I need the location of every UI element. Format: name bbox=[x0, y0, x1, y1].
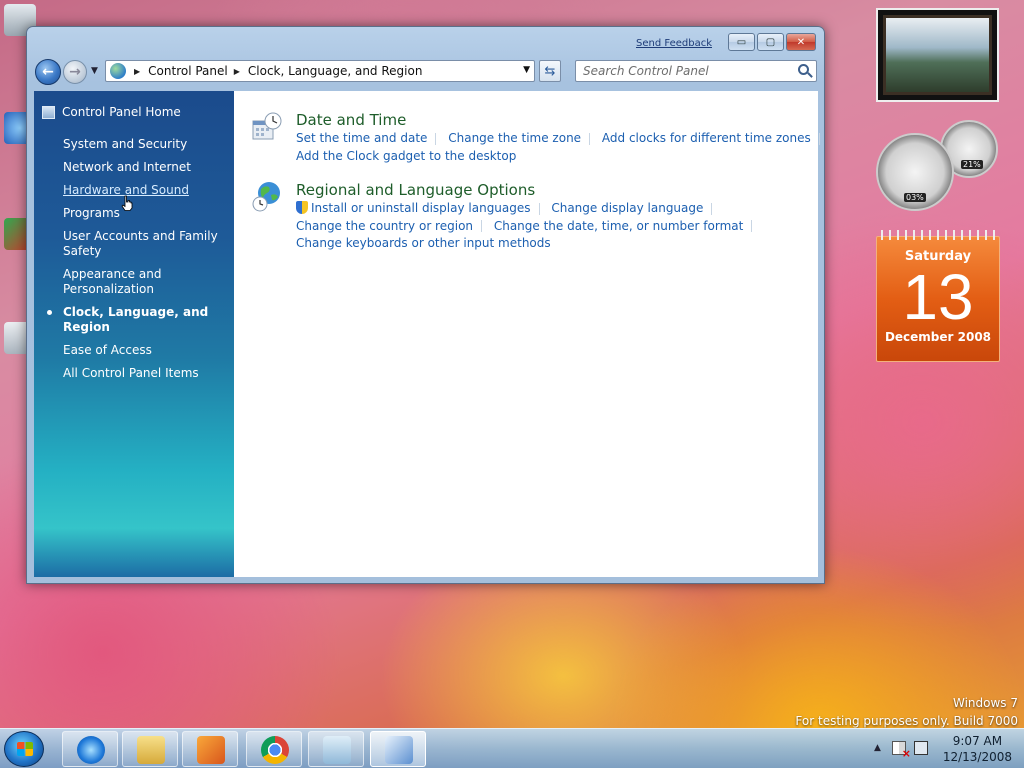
link-separator bbox=[711, 202, 713, 215]
regional-language-links: Install or uninstall display languages C… bbox=[296, 200, 816, 253]
taskbar-chrome[interactable] bbox=[246, 731, 302, 767]
build-watermark: Windows 7 For testing purposes only. Bui… bbox=[795, 694, 1018, 730]
link-set-time-date[interactable]: Set the time and date bbox=[296, 131, 427, 145]
windows-explorer-icon bbox=[137, 736, 165, 764]
link-separator bbox=[435, 132, 437, 145]
system-tray: ▲ 9:07 AM 12/13/2008 bbox=[864, 729, 1024, 768]
sidebar-item-all-items[interactable]: All Control Panel Items bbox=[63, 366, 231, 381]
taskbar-control-panel[interactable] bbox=[370, 731, 426, 767]
search-input[interactable]: Search Control Panel bbox=[575, 60, 817, 82]
taskbar-internet-explorer[interactable] bbox=[62, 731, 118, 767]
network-icon[interactable] bbox=[914, 741, 928, 755]
link-separator bbox=[481, 220, 483, 232]
breadcrumb-separator-icon[interactable]: ▶ bbox=[134, 67, 140, 76]
taskbar: ▲ 9:07 AM 12/13/2008 bbox=[0, 728, 1024, 768]
control-panel-home-label: Control Panel Home bbox=[62, 105, 181, 119]
control-panel-home-link[interactable]: Control Panel Home bbox=[42, 105, 181, 119]
main-content: Date and Time Set the time and date Chan… bbox=[234, 91, 820, 577]
breadcrumb-clock-language-region[interactable]: Clock, Language, and Region bbox=[248, 64, 423, 78]
link-separator bbox=[818, 132, 820, 145]
link-change-keyboards[interactable]: Change keyboards or other input methods bbox=[296, 236, 551, 250]
taskbar-notepad[interactable] bbox=[308, 731, 364, 767]
caption-buttons: ▭ ▢ ✕ bbox=[726, 33, 816, 51]
sidebar: Control Panel Home System and Security N… bbox=[34, 91, 234, 577]
sidebar-item-user-accounts[interactable]: User Accounts and Family Safety bbox=[63, 229, 231, 259]
minimize-button[interactable]: ▭ bbox=[728, 33, 755, 51]
sidebar-item-hardware-sound[interactable]: Hardware and Sound bbox=[63, 183, 231, 198]
maximize-button[interactable]: ▢ bbox=[757, 33, 784, 51]
arrow-left-icon: ← bbox=[42, 64, 54, 80]
link-add-clocks[interactable]: Add clocks for different time zones bbox=[602, 131, 811, 145]
cpu-meter-secondary-value: 21% bbox=[961, 160, 983, 169]
address-bar[interactable]: ▶ Control Panel ▶ Clock, Language, and R… bbox=[105, 60, 535, 82]
globe-clock-icon[interactable] bbox=[251, 181, 283, 213]
refresh-button[interactable]: ⇆ bbox=[539, 60, 561, 82]
forward-button[interactable]: → bbox=[63, 60, 87, 84]
link-separator bbox=[751, 220, 753, 232]
slideshow-photo bbox=[883, 15, 992, 95]
clock-time: 9:07 AM bbox=[952, 734, 1003, 748]
calendar-date: 13 bbox=[902, 261, 974, 333]
back-button[interactable]: ← bbox=[35, 59, 61, 85]
show-hidden-icons-icon[interactable]: ▲ bbox=[874, 743, 881, 753]
refresh-icon: ⇆ bbox=[544, 63, 556, 79]
control-panel-globe-icon bbox=[110, 63, 126, 79]
search-icon[interactable] bbox=[798, 64, 809, 75]
title-bar[interactable]: Send Feedback ▭ ▢ ✕ bbox=[27, 27, 824, 57]
sidebar-item-programs[interactable]: Programs bbox=[63, 206, 231, 221]
category-nav: System and Security Network and Internet… bbox=[47, 137, 231, 389]
calendar-rings bbox=[881, 230, 995, 240]
link-change-time-zone[interactable]: Change the time zone bbox=[448, 131, 581, 145]
section-title-regional-language[interactable]: Regional and Language Options bbox=[296, 181, 535, 199]
search-placeholder: Search Control Panel bbox=[583, 64, 709, 78]
hand-cursor-icon bbox=[121, 195, 133, 211]
start-button[interactable] bbox=[4, 731, 44, 767]
link-add-clock-gadget[interactable]: Add the Clock gadget to the desktop bbox=[296, 149, 516, 163]
arrow-right-icon: → bbox=[69, 64, 81, 80]
calendar-gadget[interactable]: Saturday 13 December 2008 bbox=[876, 230, 1000, 362]
sidebar-item-system-security[interactable]: System and Security bbox=[63, 137, 231, 152]
date-time-links: Set the time and date Change the time zo… bbox=[296, 130, 820, 165]
chrome-icon bbox=[261, 736, 289, 764]
breadcrumb-separator-icon[interactable]: ▶ bbox=[234, 67, 240, 76]
control-panel-icon bbox=[385, 736, 413, 764]
internet-explorer-icon bbox=[77, 736, 105, 764]
action-center-flag-icon[interactable] bbox=[892, 741, 911, 760]
calendar-month-year: December 2008 bbox=[884, 330, 992, 344]
address-dropdown-icon[interactable]: ▼ bbox=[523, 65, 530, 75]
section-title-date-time[interactable]: Date and Time bbox=[296, 111, 406, 129]
control-panel-home-icon bbox=[42, 105, 55, 119]
slideshow-gadget[interactable] bbox=[876, 8, 999, 102]
sidebar-item-ease-of-access[interactable]: Ease of Access bbox=[63, 343, 231, 358]
notepad-icon bbox=[323, 736, 351, 764]
watermark-os: Windows 7 bbox=[952, 696, 1018, 710]
close-button[interactable]: ✕ bbox=[786, 33, 816, 51]
cpu-meter-primary-value: 03% bbox=[904, 193, 926, 202]
recent-pages-chevron-icon[interactable]: ▼ bbox=[91, 66, 98, 76]
sidebar-item-clock-language-region[interactable]: Clock, Language, and Region bbox=[47, 305, 231, 335]
clock-calendar-icon[interactable] bbox=[251, 111, 283, 143]
sidebar-item-appearance[interactable]: Appearance and Personalization bbox=[63, 267, 231, 297]
navigation-bar: ← → ▼ ▶ Control Panel ▶ Clock, Language,… bbox=[33, 58, 818, 86]
taskbar-windows-explorer[interactable] bbox=[122, 731, 178, 767]
media-player-icon bbox=[197, 736, 225, 764]
link-separator bbox=[538, 202, 540, 215]
uac-shield-icon bbox=[296, 201, 308, 214]
breadcrumb-control-panel[interactable]: Control Panel bbox=[148, 64, 228, 78]
link-install-languages[interactable]: Install or uninstall display languages bbox=[311, 201, 531, 215]
send-feedback-link[interactable]: Send Feedback bbox=[636, 38, 712, 49]
control-panel-window: Send Feedback ▭ ▢ ✕ ← → ▼ ▶ Control Pane… bbox=[26, 26, 825, 584]
clock-date: 12/13/2008 bbox=[942, 750, 1012, 764]
taskbar-media-player[interactable] bbox=[182, 731, 238, 767]
link-change-display-language[interactable]: Change display language bbox=[551, 201, 703, 215]
link-separator bbox=[589, 132, 591, 145]
link-change-country[interactable]: Change the country or region bbox=[296, 219, 473, 233]
sidebar-item-network-internet[interactable]: Network and Internet bbox=[63, 160, 231, 175]
taskbar-clock[interactable]: 9:07 AM 12/13/2008 bbox=[943, 733, 1012, 765]
link-change-date-format[interactable]: Change the date, time, or number format bbox=[494, 219, 743, 233]
